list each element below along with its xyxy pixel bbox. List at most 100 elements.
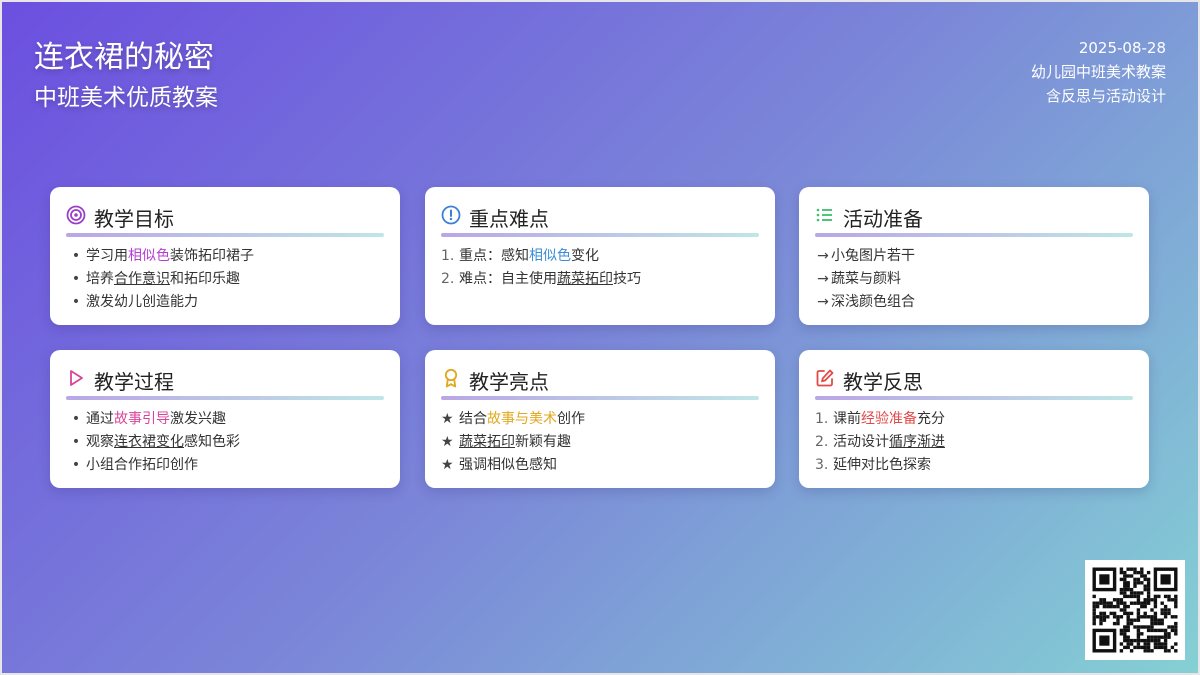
date-text: 2025-08-28 [1078,39,1166,57]
item-text: 感知色彩 [184,434,240,450]
title-underline [66,396,384,400]
item-text: 深浅颜色组合 [831,294,915,310]
arrow-marker: → [817,248,829,264]
title-underline [441,396,759,400]
item-text: 延伸对比色探索 [833,457,931,473]
meta-line-2: 含反思与活动设计 [1045,87,1166,105]
list-item: • 激发幼儿创造能力 [66,291,384,314]
item-text: 强调相似色感知 [459,457,557,473]
list-item: → 小兔图片若干 [815,245,1133,268]
target-icon [66,205,86,229]
bullet-marker: • [71,248,81,264]
item-highlight: 故事与美术 [487,411,557,427]
item-text: 和拓印乐趣 [170,271,240,287]
star-marker: ★ [441,457,454,473]
item-text: 培养 [86,271,114,287]
item-highlight: 循序渐进 [889,434,945,450]
card-key-points: 重点难点 1. 重点：感知 相似色 变化 2. 难点：自主使用 蔬菜拓印 技巧 [425,187,775,325]
card-header: 教学过程 [66,366,384,394]
list-item: 1. 课前 经验准备 充分 [815,408,1133,431]
item-text: 蔬菜与颜料 [831,271,901,287]
item-text: 结合 [459,411,487,427]
list-item: ★ 蔬菜拓印 新颖有趣 [441,431,759,454]
award-icon [441,368,461,392]
item-text: 充分 [917,411,945,427]
list-item: • 学习用 相似色 装饰拓印裙子 [66,245,384,268]
card-title: 重点难点 [469,206,549,231]
item-highlight: 蔬菜拓印 [459,434,515,450]
card-header: 教学亮点 [441,366,759,394]
slide: 连衣裙的秘密 中班美术优质教案 2025-08-28 幼儿园中班美术教案 含反思… [0,0,1200,675]
item-text: 变化 [571,248,599,264]
exclamation-circle-icon [441,205,461,229]
edit-icon [815,368,835,392]
list-item: → 深浅颜色组合 [815,291,1133,314]
list-item: • 培养 合作意识 和拓印乐趣 [66,268,384,291]
card-title: 教学亮点 [469,369,549,394]
item-text: 激发兴趣 [170,411,226,427]
star-marker: ★ [441,434,454,450]
item-highlight: 连衣裙变化 [114,434,184,450]
card-activity-prep: 活动准备 → 小兔图片若干 → 蔬菜与颜料 → 深浅颜色组合 [799,187,1149,325]
card-teaching-process: 教学过程 • 通过 故事引导 激发兴趣 • 观察 连衣裙变化 感知色彩 • 小组合作拓印… [50,350,400,488]
card-title: 教学反思 [843,369,923,394]
list-item: 2. 难点：自主使用 蔬菜拓印 技巧 [441,268,759,291]
card-header: 教学反思 [815,366,1133,394]
qr-code[interactable] [1085,560,1185,660]
bullet-marker: • [71,434,81,450]
item-text: 装饰拓印裙子 [170,248,254,264]
star-marker: ★ [441,411,454,427]
number-marker: 2. [441,271,455,287]
title-underline [815,233,1133,237]
item-text: 活动设计 [833,434,889,450]
item-text: 重点：感知 [459,248,529,264]
item-highlight: 故事引导 [114,411,170,427]
card-list: 1. 课前 经验准备 充分 2. 活动设计 循序渐进 3. 延伸对比色探索 [815,408,1133,477]
page-title: 连衣裙的秘密 [34,40,214,75]
number-marker: 1. [441,248,455,264]
header-meta: 2025-08-28 幼儿园中班美术教案 含反思与活动设计 [1031,36,1166,108]
arrow-marker: → [817,271,829,287]
list-item: • 观察 连衣裙变化 感知色彩 [66,431,384,454]
title-underline [66,233,384,237]
card-title: 教学过程 [94,369,174,394]
item-text: 通过 [86,411,114,427]
item-text: 观察 [86,434,114,450]
number-marker: 1. [815,411,829,427]
item-highlight: 相似色 [128,248,170,264]
item-text: 激发幼儿创造能力 [86,294,198,310]
page-subtitle: 中班美术优质教案 [34,85,218,111]
list-icon [815,205,835,229]
card-teaching-goals: 教学目标 • 学习用 相似色 装饰拓印裙子 • 培养 合作意识 和拓印乐趣 • 激发幼儿… [50,187,400,325]
card-header: 活动准备 [815,203,1133,231]
title-underline [441,233,759,237]
play-icon [66,368,86,392]
card-highlights: 教学亮点 ★ 结合 故事与美术 创作 ★ 蔬菜拓印 新颖有趣 ★ 强调相似色感知 [425,350,775,488]
item-text: 技巧 [613,271,641,287]
meta-line-1: 幼儿园中班美术教案 [1030,63,1166,81]
item-text: 新颖有趣 [515,434,571,450]
number-marker: 2. [815,434,829,450]
item-highlight: 合作意识 [114,271,170,287]
item-highlight: 蔬菜拓印 [557,271,613,287]
bullet-marker: • [71,271,81,287]
item-text: 创作 [557,411,585,427]
number-marker: 3. [815,457,829,473]
list-item: • 通过 故事引导 激发兴趣 [66,408,384,431]
arrow-marker: → [817,294,829,310]
qr-code-image [1092,567,1178,653]
card-reflection: 教学反思 1. 课前 经验准备 充分 2. 活动设计 循序渐进 3. 延伸对比色探索 [799,350,1149,488]
card-header: 重点难点 [441,203,759,231]
list-item: 1. 重点：感知 相似色 变化 [441,245,759,268]
title-underline [815,396,1133,400]
item-text: 小兔图片若干 [831,248,915,264]
card-list: → 小兔图片若干 → 蔬菜与颜料 → 深浅颜色组合 [815,245,1133,314]
bullet-marker: • [71,411,81,427]
item-text: 学习用 [86,248,128,264]
card-list: • 通过 故事引导 激发兴趣 • 观察 连衣裙变化 感知色彩 • 小组合作拓印创作 [66,408,384,477]
card-title: 活动准备 [843,206,923,231]
item-text: 难点：自主使用 [459,271,557,287]
bullet-marker: • [71,294,81,310]
bullet-marker: • [71,457,81,473]
list-item: ★ 强调相似色感知 [441,454,759,477]
